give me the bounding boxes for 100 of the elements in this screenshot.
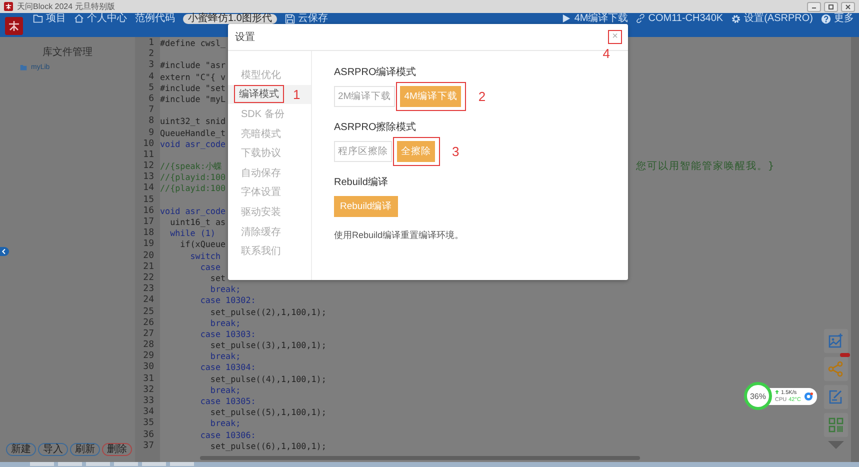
code-line: if(xQueue xyxy=(179,239,226,251)
line-number: 16 xyxy=(142,206,155,218)
line-number: 2 xyxy=(148,49,155,60)
code-line: case xyxy=(199,262,221,273)
panel-button[interactable]: 刷新 xyxy=(70,443,100,456)
line-number: 11 xyxy=(142,150,155,161)
mode-switch-button[interactable]: 小蜜蜂仿1.0图形代 xyxy=(183,14,277,24)
edit-icon[interactable] xyxy=(828,389,844,405)
line-number: 13 xyxy=(142,172,155,184)
line-number: 29 xyxy=(142,351,155,362)
line-number: 15 xyxy=(142,194,155,206)
line-number: 19 xyxy=(142,239,155,251)
code-line: uint16_t as xyxy=(169,217,226,228)
maximize-icon[interactable] xyxy=(824,2,838,12)
panel-button[interactable]: 删除 xyxy=(102,443,132,456)
line-number: 25 xyxy=(142,306,155,318)
code-comment: 您可以用智能管家唤醒我。} xyxy=(636,161,776,172)
minimize-icon[interactable] xyxy=(807,2,821,12)
line-number: 36 xyxy=(142,430,155,441)
toolbar-button[interactable]: 项目 xyxy=(33,14,66,24)
toolbar-button[interactable]: 云保存 xyxy=(284,14,328,24)
collapse-button[interactable] xyxy=(0,247,9,256)
toolbar-button[interactable]: 个人中心 xyxy=(74,14,127,24)
section-heading: Rebuild编译 xyxy=(334,176,389,189)
mode-option[interactable]: 4M编译下载 xyxy=(400,86,462,106)
line-number: 7 xyxy=(148,105,155,116)
mode-option[interactable]: 程序区擦除 xyxy=(334,140,392,162)
line-number: 6 xyxy=(148,94,155,106)
rebuild-button[interactable]: Rebuild编译 xyxy=(334,196,398,217)
line-number: 30 xyxy=(142,362,155,374)
line-number: 17 xyxy=(142,217,155,228)
close-button[interactable]: × xyxy=(609,31,621,43)
code-line: while (1) xyxy=(169,228,216,240)
code-line: break; xyxy=(209,384,241,396)
save-icon xyxy=(284,14,295,24)
code-line: #define cwsl_ xyxy=(160,38,226,50)
code-line: break; xyxy=(209,418,241,430)
line-number: 34 xyxy=(142,407,155,418)
panel-button[interactable]: 新建 xyxy=(6,443,36,456)
annotation-number: 3 xyxy=(452,144,460,158)
settings-nav-item[interactable]: 字体设置 xyxy=(241,185,281,200)
settings-nav-item[interactable]: SDK 备份 xyxy=(241,106,284,121)
settings-nav-item[interactable]: 自动保存 xyxy=(241,166,281,180)
line-number: 22 xyxy=(142,272,155,284)
panel-title: 库文件管理 xyxy=(42,46,94,60)
code-line: set_pulse((6),1,100,1); xyxy=(209,440,326,452)
line-number: 3 xyxy=(148,60,155,72)
code-line: set xyxy=(209,272,226,284)
toolbar-button[interactable]: 设置(ASRPRO) xyxy=(731,14,813,24)
toolbar-button[interactable]: 范例代码 xyxy=(135,14,175,24)
settings-nav-item[interactable]: 模型优化 xyxy=(241,68,281,82)
code-line: extern "C"{ v xyxy=(160,72,226,83)
line-number: 4 xyxy=(148,72,155,83)
code-line: #include "asr xyxy=(160,60,226,72)
code-line: //{speak:小蝶 xyxy=(160,161,222,172)
scroll-down-icon[interactable] xyxy=(828,441,844,449)
share-icon[interactable] xyxy=(828,361,844,377)
line-number: 26 xyxy=(142,318,155,329)
dialog-title: 设置 xyxy=(235,30,255,44)
link-icon xyxy=(636,14,646,23)
code-line: set_pulse((2),1,100,1); xyxy=(209,306,326,318)
line-number: 12 xyxy=(142,161,155,172)
line-number: 20 xyxy=(142,250,155,262)
add-image-icon[interactable] xyxy=(828,333,844,349)
mode-option[interactable]: 全擦除 xyxy=(397,140,435,162)
line-number: 23 xyxy=(142,284,155,295)
settings-nav-item[interactable]: 联系我们 xyxy=(241,244,281,258)
settings-nav-item[interactable]: 下载协议 xyxy=(241,146,281,160)
arrow-icon xyxy=(775,390,779,394)
line-number: 21 xyxy=(142,262,155,273)
code-line: QueueHandle_t xyxy=(160,128,226,139)
line-number: 31 xyxy=(142,374,155,385)
settings-nav-item[interactable]: 编译模式 xyxy=(239,87,279,102)
settings-nav-item[interactable]: 清除缓存 xyxy=(241,224,281,239)
line-number: 24 xyxy=(142,295,155,307)
code-line: uint32_t snid xyxy=(160,116,226,128)
toolbar-button[interactable]: 4M编译下载 xyxy=(562,14,628,24)
app-logo[interactable] xyxy=(5,16,23,34)
settings-nav-item[interactable]: 亮暗模式 xyxy=(241,126,281,141)
section-heading: ASRPRO编译模式 xyxy=(334,66,418,79)
code-line: case 10302: xyxy=(199,295,256,307)
qr-code-icon[interactable] xyxy=(828,417,844,433)
line-number: 1 xyxy=(148,38,155,49)
line-number: 32 xyxy=(142,384,155,396)
folder-icon xyxy=(20,64,27,71)
vertical-scrollbar[interactable] xyxy=(851,37,859,462)
folder-icon xyxy=(33,14,43,23)
code-line: case 10305: xyxy=(199,396,256,408)
code-line: break; xyxy=(209,351,241,362)
line-number: 18 xyxy=(142,228,155,239)
toolbar-button[interactable]: COM11-CH340K xyxy=(636,14,724,24)
toolbar-button[interactable]: 更多 xyxy=(821,14,854,24)
help-text: 使用Rebuild编译重置编译环境。 xyxy=(334,229,465,242)
code-line: case 10304: xyxy=(199,362,256,374)
panel-button[interactable]: 导入 xyxy=(38,443,68,456)
code-line: void asr_code xyxy=(160,138,226,150)
settings-nav-item[interactable]: 驱动安装 xyxy=(241,204,281,219)
line-number: 28 xyxy=(142,340,155,351)
close-icon[interactable] xyxy=(841,2,855,12)
mode-option[interactable]: 2M编译下载 xyxy=(334,86,396,106)
